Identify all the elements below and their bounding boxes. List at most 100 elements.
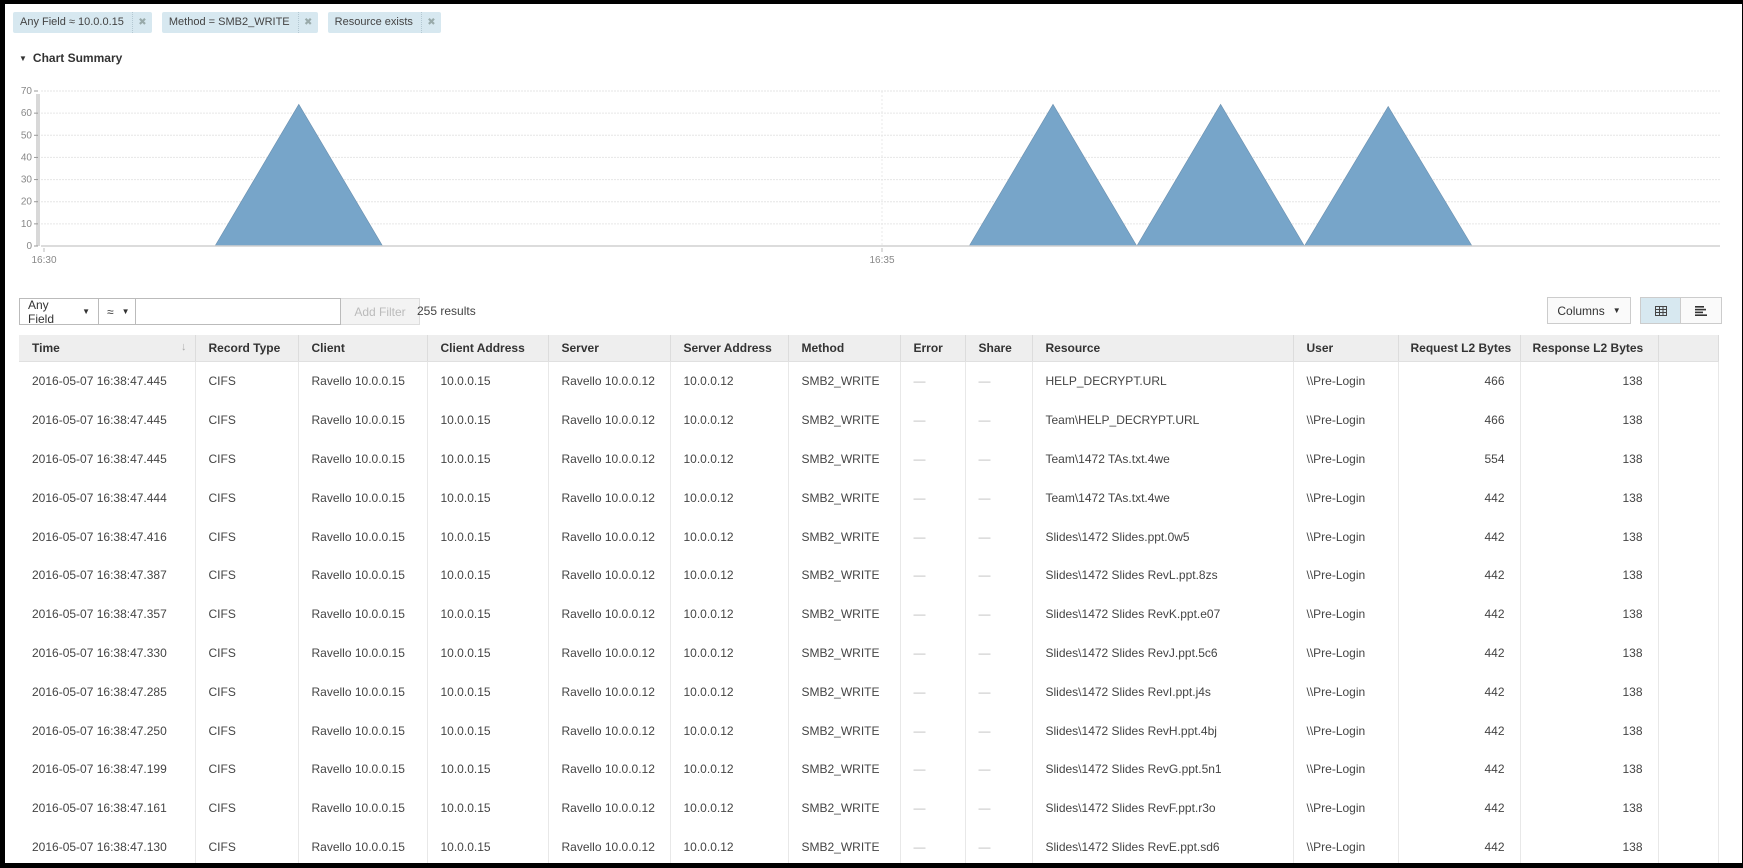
cell-method: SMB2_WRITE [788, 439, 901, 479]
caret-down-icon: ▼ [1612, 306, 1621, 315]
field-select[interactable]: Any Field ▼ [19, 298, 99, 326]
table-row[interactable]: 2016-05-07 16:38:47.445 CIFS Ravello 10.0.… [19, 361, 1719, 401]
table-row[interactable]: 2016-05-07 16:38:47.357 CIFS Ravello 10.0.… [19, 594, 1719, 634]
cell-client-address: 10.0.0.15 [427, 555, 549, 595]
cell-time: 2016-05-07 16:38:47.444 [19, 478, 196, 518]
cell-server-address: 10.0.0.12 [670, 555, 789, 595]
table-view-button[interactable] [1640, 297, 1681, 324]
cell-time: 2016-05-07 16:38:47.130 [19, 827, 196, 863]
cell-request-l2-bytes: 554 [1398, 439, 1521, 479]
column-header-server-address[interactable]: Server Address [670, 335, 789, 362]
remove-filter-icon[interactable]: ✖ [420, 12, 441, 33]
cell-spacer [1658, 827, 1719, 863]
cell-user: \\Pre-Login [1293, 711, 1399, 750]
column-header-method[interactable]: Method [788, 335, 901, 362]
cell-method: SMB2_WRITE [788, 594, 901, 634]
cell-client-address: 10.0.0.15 [427, 594, 549, 634]
cell-client-address: 10.0.0.15 [427, 633, 549, 673]
cell-spacer [1658, 594, 1719, 634]
filter-chip-resource[interactable]: Resource exists ✖ [327, 12, 441, 33]
cell-spacer [1658, 711, 1719, 750]
column-header-client-address[interactable]: Client Address [427, 335, 549, 362]
table-row[interactable]: 2016-05-07 16:38:47.285 CIFS Ravello 10.0.… [19, 672, 1719, 712]
cell-spacer [1658, 788, 1719, 828]
cell-user: \\Pre-Login [1293, 594, 1399, 634]
columns-button[interactable]: Columns ▼ [1547, 297, 1631, 324]
cell-resource: Slides\1472 Slides RevJ.ppt.5c6 [1032, 633, 1294, 673]
column-header-time[interactable]: Time ↓ [19, 335, 196, 362]
filter-value-input[interactable] [136, 298, 341, 325]
column-header-record-type[interactable]: Record Type [195, 335, 299, 362]
chart-summary-toggle[interactable]: ▼ Chart Summary [19, 51, 122, 65]
remove-filter-icon[interactable]: ✖ [297, 12, 318, 33]
cell-share: — [965, 827, 1033, 863]
cell-method: SMB2_WRITE [788, 749, 901, 789]
cell-spacer [1658, 361, 1719, 401]
cell-error: — [900, 400, 966, 440]
cell-server-address: 10.0.0.12 [670, 361, 789, 401]
table-row[interactable]: 2016-05-07 16:38:47.330 CIFS Ravello 10.0.… [19, 633, 1719, 673]
cell-resource: Team\HELP_DECRYPT.URL [1032, 400, 1294, 440]
cell-method: SMB2_WRITE [788, 361, 901, 401]
remove-filter-icon[interactable]: ✖ [131, 12, 152, 33]
cell-client-address: 10.0.0.15 [427, 749, 549, 789]
cell-time: 2016-05-07 16:38:47.199 [19, 749, 196, 789]
table-row[interactable]: 2016-05-07 16:38:47.199 CIFS Ravello 10.0.… [19, 749, 1719, 789]
table-row[interactable]: 2016-05-07 16:38:47.161 CIFS Ravello 10.0.… [19, 788, 1719, 828]
cell-user: \\Pre-Login [1293, 672, 1399, 712]
cell-user: \\Pre-Login [1293, 555, 1399, 595]
column-header-share[interactable]: Share [965, 335, 1033, 362]
chart-summary-label: Chart Summary [32, 51, 123, 65]
column-header-spacer[interactable] [1658, 335, 1719, 362]
cell-user: \\Pre-Login [1293, 633, 1399, 673]
results-count: 255 results [417, 304, 476, 318]
x-tick-label: 16:35 [869, 255, 894, 266]
cell-response-l2-bytes: 138 [1520, 517, 1659, 556]
cell-resource: Slides\1472 Slides RevH.ppt.4bj [1032, 711, 1294, 750]
list-icon [1695, 305, 1707, 316]
cell-client: Ravello 10.0.0.15 [298, 672, 428, 712]
operator-select[interactable]: ≈ ▼ [99, 298, 136, 325]
cell-time: 2016-05-07 16:38:47.416 [19, 517, 196, 556]
table-row[interactable]: 2016-05-07 16:38:47.445 CIFS Ravello 10.0.… [19, 400, 1719, 440]
x-tick-label: 16:30 [31, 255, 56, 266]
cell-error: — [900, 594, 966, 634]
table-row[interactable]: 2016-05-07 16:38:47.416 CIFS Ravello 10.0.… [19, 517, 1719, 556]
column-header-server[interactable]: Server [548, 335, 671, 362]
cell-response-l2-bytes: 138 [1520, 672, 1659, 712]
table-row[interactable]: 2016-05-07 16:38:47.387 CIFS Ravello 10.0.… [19, 555, 1719, 595]
column-header-user[interactable]: User [1293, 335, 1399, 362]
cell-share: — [965, 788, 1033, 828]
cell-time: 2016-05-07 16:38:47.330 [19, 633, 196, 673]
column-header-resource[interactable]: Resource [1032, 335, 1294, 362]
cell-resource: HELP_DECRYPT.URL [1032, 361, 1294, 401]
cell-error: — [900, 749, 966, 789]
cell-server: Ravello 10.0.0.12 [548, 749, 671, 789]
filter-chip-method[interactable]: Method = SMB2_WRITE ✖ [161, 12, 318, 33]
column-header-request-l2-bytes[interactable]: Request L2 Bytes [1398, 335, 1521, 362]
table-row[interactable]: 2016-05-07 16:38:47.444 CIFS Ravello 10.0.… [19, 478, 1719, 518]
cell-resource: Slides\1472 Slides RevI.ppt.j4s [1032, 672, 1294, 712]
cell-response-l2-bytes: 138 [1520, 478, 1659, 518]
column-header-client[interactable]: Client [298, 335, 428, 362]
cell-client: Ravello 10.0.0.15 [298, 555, 428, 595]
column-header-response-l2-bytes[interactable]: Response L2 Bytes [1520, 335, 1659, 362]
cell-time: 2016-05-07 16:38:47.445 [19, 400, 196, 440]
filter-chip-any-field[interactable]: Any Field ≈ 10.0.0.15 ✖ [13, 12, 152, 33]
cell-time: 2016-05-07 16:38:47.357 [19, 594, 196, 634]
table-row[interactable]: 2016-05-07 16:38:47.445 CIFS Ravello 10.0.… [19, 439, 1719, 479]
table-header-row: Time ↓ Record Type Client Client Address Serv… [19, 335, 1719, 362]
cell-server-address: 10.0.0.12 [670, 400, 789, 440]
table-row[interactable]: 2016-05-07 16:38:47.250 CIFS Ravello 10.0.… [19, 711, 1719, 750]
cell-record-type: CIFS [195, 672, 299, 712]
table-row[interactable]: 2016-05-07 16:38:47.130 CIFS Ravello 10.0.… [19, 827, 1719, 863]
cell-client-address: 10.0.0.15 [427, 827, 549, 863]
window-frame: Any Field ≈ 10.0.0.15 ✖ Method = SMB2_WR… [0, 0, 1743, 868]
list-view-button[interactable] [1681, 297, 1722, 324]
cell-record-type: CIFS [195, 749, 299, 789]
add-filter-button[interactable]: Add Filter [341, 298, 420, 325]
cell-request-l2-bytes: 466 [1398, 400, 1521, 440]
cell-request-l2-bytes: 442 [1398, 749, 1521, 789]
cell-response-l2-bytes: 138 [1520, 749, 1659, 789]
column-header-error[interactable]: Error [900, 335, 966, 362]
